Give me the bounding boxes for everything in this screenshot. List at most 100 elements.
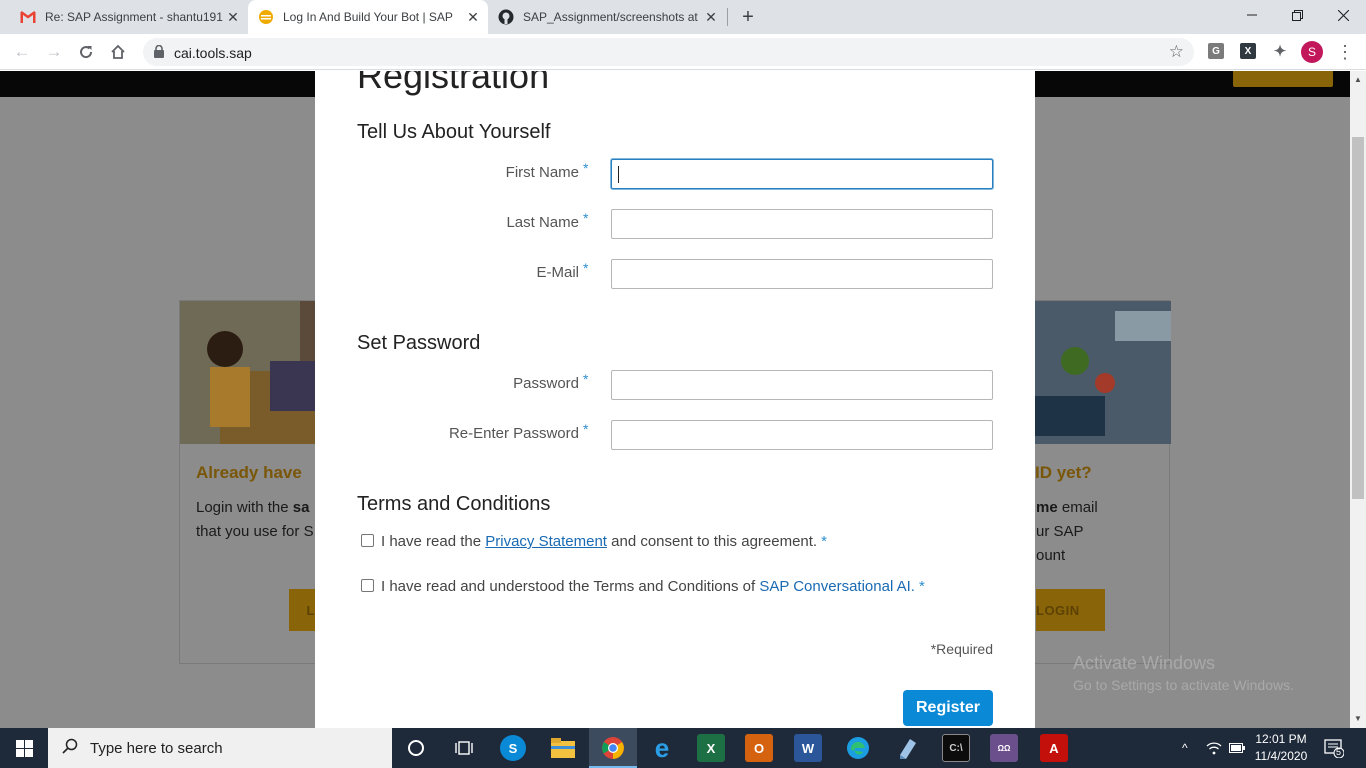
privacy-consent-text: I have read the Privacy Statement and co…: [381, 533, 827, 550]
section-heading-about: Tell Us About Yourself: [357, 121, 551, 143]
notepad-icon[interactable]: [893, 734, 921, 762]
outlook-icon[interactable]: O: [745, 734, 773, 762]
minimize-button[interactable]: [1229, 0, 1275, 30]
login-card-heading: Already have: [196, 463, 302, 482]
required-marker: *: [583, 371, 589, 387]
section-heading-password: Set Password: [357, 332, 481, 354]
notification-count: 5: [1336, 747, 1342, 757]
login-card-text: that you use for S: [196, 523, 314, 540]
file-explorer-icon[interactable]: [549, 734, 577, 762]
last-name-label: Last Name: [506, 214, 579, 231]
activate-windows-title: Activate Windows: [1073, 653, 1216, 673]
notification-center-icon[interactable]: 5: [1324, 738, 1345, 759]
extensions-puzzle-icon[interactable]: ✦: [1272, 43, 1288, 60]
extension-x-icon[interactable]: X: [1240, 43, 1256, 59]
bookmark-star-icon[interactable]: ☆: [1169, 42, 1184, 62]
windows-taskbar: Type here to search S e X O W C:\ ΩΩ A ^…: [0, 728, 1366, 768]
task-view-icon[interactable]: [450, 734, 478, 762]
required-marker: *: [583, 260, 589, 276]
restore-button[interactable]: [1274, 0, 1320, 30]
close-icon[interactable]: ✕: [226, 10, 240, 24]
scrollbar-thumb[interactable]: [1352, 137, 1364, 499]
menu-icon[interactable]: ⋮: [1336, 42, 1354, 62]
reload-icon[interactable]: [75, 41, 97, 63]
register-card-button[interactable]: LOGIN: [1036, 589, 1105, 631]
extension-g-icon[interactable]: G: [1208, 43, 1224, 59]
excel-icon[interactable]: X: [697, 734, 725, 762]
tray-overflow-icon[interactable]: ^: [1182, 728, 1188, 768]
github-icon: [498, 9, 514, 25]
command-prompt-icon[interactable]: C:\: [942, 734, 970, 762]
battery-icon[interactable]: [1229, 728, 1245, 768]
edge-icon[interactable]: [844, 734, 872, 762]
required-marker: *: [583, 421, 589, 437]
register-card-text: me email: [1036, 499, 1098, 516]
tab-title: Log In And Build Your Bot | SAP C: [283, 10, 453, 24]
back-icon[interactable]: ←: [11, 41, 33, 63]
skype-icon[interactable]: S: [500, 735, 526, 761]
clock-time: 12:01 PM: [1255, 732, 1307, 746]
last-name-input[interactable]: [611, 209, 993, 239]
required-marker: *: [583, 160, 589, 176]
search-placeholder: Type here to search: [90, 739, 223, 757]
register-card-heading: ID yet?: [1035, 463, 1092, 482]
game-app-icon[interactable]: ΩΩ: [990, 734, 1018, 762]
chrome-icon[interactable]: [599, 734, 627, 762]
windows-start-icon[interactable]: [0, 728, 48, 768]
login-card-text: Login with the sa: [196, 499, 310, 516]
privacy-checkbox[interactable]: [361, 534, 374, 547]
required-note: *Required: [930, 641, 993, 657]
register-card-text: ur SAP: [1036, 523, 1084, 540]
text-caret: [618, 166, 619, 183]
tab-gmail[interactable]: Re: SAP Assignment - shantu1917 ✕: [10, 0, 248, 34]
first-name-input[interactable]: [611, 159, 993, 189]
acrobat-icon[interactable]: A: [1040, 734, 1068, 762]
profile-avatar[interactable]: S: [1301, 41, 1323, 63]
privacy-statement-link[interactable]: Privacy Statement: [485, 533, 607, 550]
address-bar[interactable]: cai.tools.sap ☆: [143, 38, 1194, 66]
header-button[interactable]: [1233, 71, 1333, 87]
terms-checkbox[interactable]: [361, 579, 374, 592]
reenter-password-label: Re-Enter Password: [448, 425, 579, 442]
home-icon[interactable]: [107, 41, 129, 63]
scroll-up-icon[interactable]: ▲: [1354, 75, 1362, 84]
email-label: E-Mail: [536, 264, 579, 281]
tab-strip: Re: SAP Assignment - shantu1917 ✕ Log In…: [0, 0, 1366, 34]
register-card-text: ount: [1036, 547, 1066, 564]
gmail-icon: [20, 9, 36, 25]
scroll-down-icon[interactable]: ▼: [1354, 714, 1362, 723]
cortana-icon[interactable]: [402, 734, 430, 762]
tab-divider: [727, 8, 728, 26]
required-marker: *: [583, 210, 589, 226]
modal-title: Registration: [357, 71, 550, 96]
search-icon: [62, 738, 78, 759]
section-heading-terms: Terms and Conditions: [357, 493, 551, 515]
close-window-button[interactable]: [1320, 0, 1366, 30]
password-label: Password: [513, 375, 579, 392]
clock-date: 11/4/2020: [1254, 749, 1308, 763]
page-scrollbar[interactable]: ▲ ▼: [1350, 71, 1366, 728]
internet-explorer-icon[interactable]: e: [648, 733, 676, 763]
tab-github[interactable]: SAP_Assignment/screenshots at ✕: [488, 0, 726, 34]
sap-cai-terms-link[interactable]: SAP Conversational AI.: [759, 578, 915, 595]
close-icon[interactable]: ✕: [466, 10, 480, 24]
forward-icon[interactable]: →: [43, 41, 65, 63]
browser-toolbar: ← → cai.tools.sap ☆ G X ✦ S ⋮: [0, 34, 1366, 70]
close-icon[interactable]: ✕: [704, 10, 718, 24]
new-tab-button[interactable]: +: [738, 7, 758, 27]
page-viewport: Already have Login with the sa that you …: [0, 71, 1350, 728]
first-name-label: First Name: [505, 164, 579, 181]
wifi-icon[interactable]: [1206, 728, 1222, 768]
word-icon[interactable]: W: [794, 734, 822, 762]
terms-consent-text: I have read and understood the Terms and…: [381, 578, 925, 595]
reenter-password-input[interactable]: [611, 420, 993, 450]
register-button[interactable]: Register: [903, 690, 993, 726]
password-input[interactable]: [611, 370, 993, 400]
taskbar-clock[interactable]: 12:01 PM 11/4/2020: [1248, 731, 1314, 765]
lock-icon: [154, 44, 164, 58]
url-text: cai.tools.sap: [174, 45, 252, 61]
tab-title: SAP_Assignment/screenshots at: [523, 10, 698, 24]
tab-sap-cai[interactable]: Log In And Build Your Bot | SAP C ✕: [248, 0, 488, 34]
email-input[interactable]: [611, 259, 993, 289]
taskbar-search-box[interactable]: Type here to search: [48, 728, 392, 768]
